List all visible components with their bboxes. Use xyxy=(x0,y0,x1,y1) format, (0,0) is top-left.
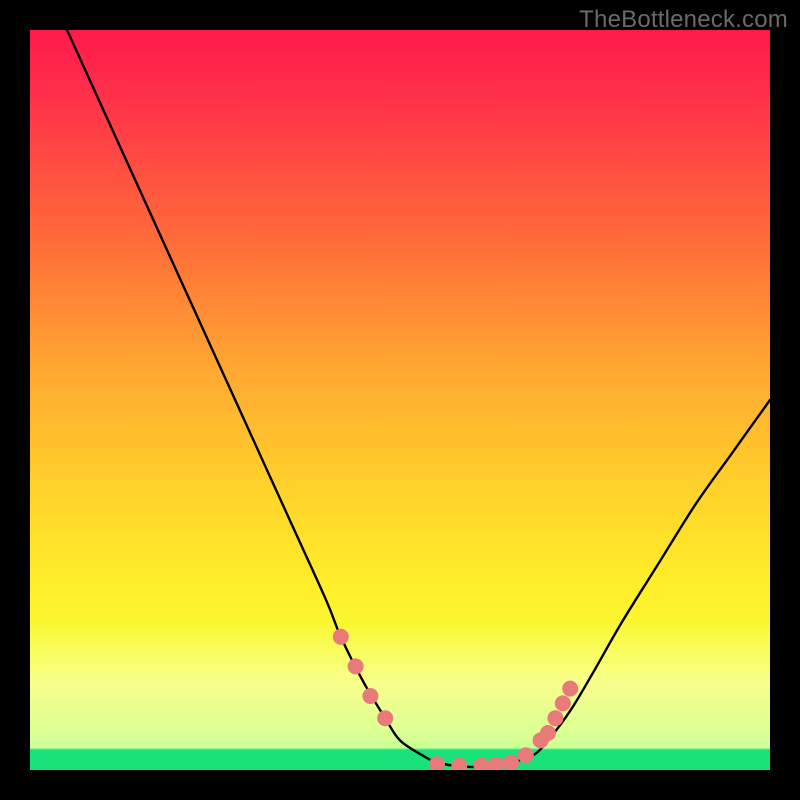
plot-area xyxy=(30,30,770,770)
marker-dot xyxy=(348,658,364,674)
marker-dot xyxy=(540,725,556,741)
marker-dot xyxy=(429,756,445,770)
marker-dot xyxy=(362,688,378,704)
marker-dot xyxy=(333,629,349,645)
chart-overlay xyxy=(30,30,770,770)
marker-dot xyxy=(547,710,563,726)
bottleneck-curve xyxy=(67,30,770,767)
watermark-text: TheBottleneck.com xyxy=(579,6,788,34)
marker-dot xyxy=(377,710,393,726)
marker-dot xyxy=(451,758,467,770)
chart-frame: TheBottleneck.com xyxy=(0,0,800,800)
marker-dot xyxy=(555,695,571,711)
marker-dot xyxy=(488,757,504,770)
marker-dot xyxy=(562,681,578,697)
marker-dot xyxy=(473,758,489,770)
marker-dot xyxy=(503,755,519,770)
marker-dot xyxy=(518,747,534,763)
